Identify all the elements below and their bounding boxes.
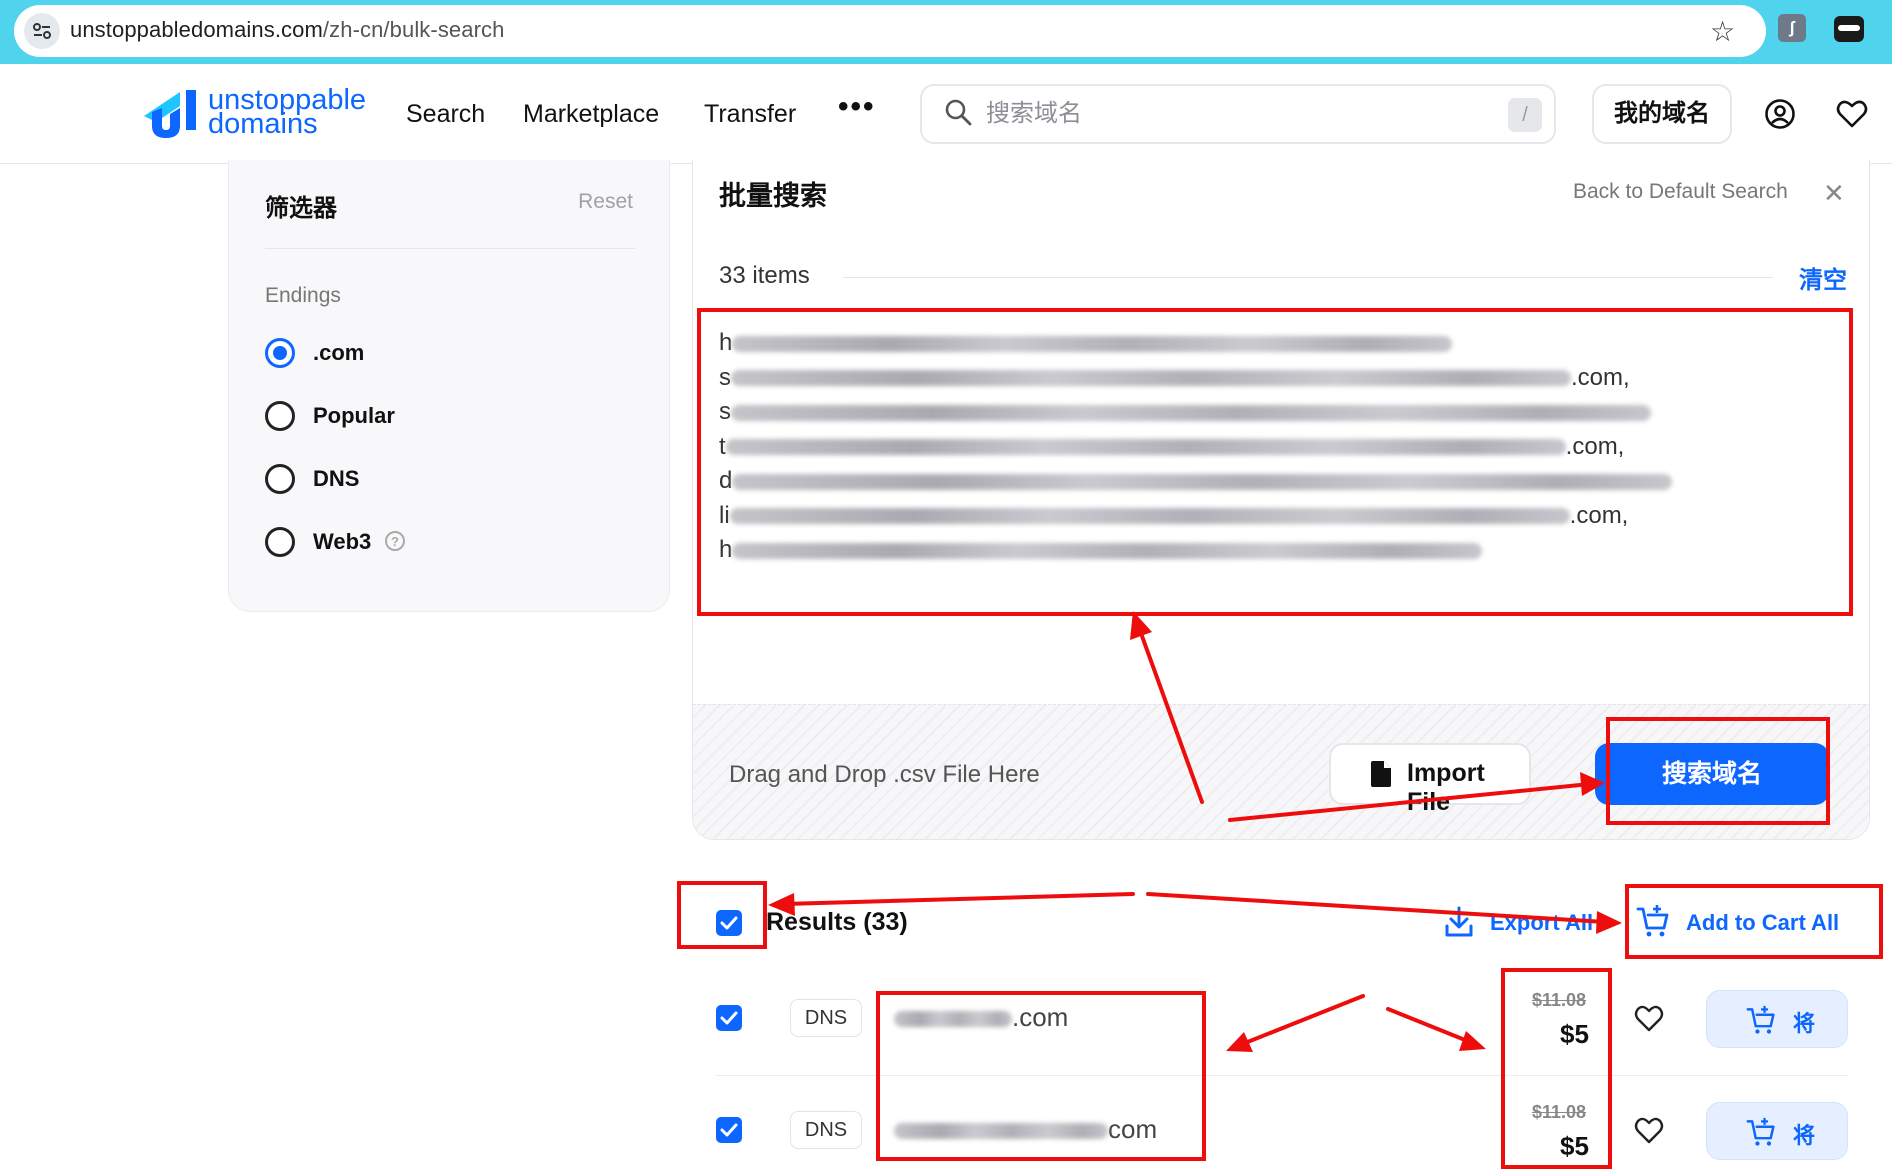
filter-title: 筛选器: [265, 195, 337, 222]
annotation-box-prices: [1501, 968, 1612, 1169]
filter-panel: 筛选器 Reset Endings .com Popular DNS Web3 …: [228, 160, 670, 612]
help-icon[interactable]: ?: [385, 531, 405, 551]
download-icon[interactable]: [1444, 906, 1474, 938]
annotation-box-search-button: [1606, 717, 1830, 825]
url-host: unstoppabledomains.com: [70, 17, 323, 42]
address-bar[interactable]: unstoppabledomains.com/zh-cn/bulk-search…: [14, 5, 1766, 57]
radio-dns[interactable]: [265, 464, 295, 494]
unstoppable-logo-icon[interactable]: [140, 86, 200, 142]
radio-popular[interactable]: [265, 401, 295, 431]
items-count: 33 items: [719, 262, 810, 289]
items-divider: [843, 277, 1773, 278]
site-header: unstoppable domains Search Marketplace Tr…: [0, 64, 1892, 164]
annotation-arrowhead: [1596, 911, 1622, 934]
incognito-extension-icon[interactable]: [1834, 16, 1864, 42]
annotation-box-domain-list: [697, 308, 1853, 616]
my-domains-button[interactable]: 我的域名: [1592, 84, 1732, 144]
annotation-arrow: [1386, 1007, 1472, 1044]
results-title: Results (33): [766, 908, 908, 936]
ending-option-web3[interactable]: Web3 ?: [265, 527, 465, 563]
radio-com[interactable]: [265, 338, 295, 368]
favorites-heart-icon[interactable]: [1836, 98, 1868, 130]
annotation-box-select-all: [677, 881, 767, 949]
file-icon: [1371, 761, 1391, 787]
result-row-checkbox[interactable]: [716, 1117, 742, 1143]
add-to-cart-label: 将: [1793, 1123, 1816, 1148]
account-icon[interactable]: [1764, 98, 1796, 130]
search-shortcut-badge: /: [1508, 98, 1542, 132]
logo-wordmark[interactable]: unstoppable domains: [208, 86, 366, 139]
cart-add-icon: [1746, 1117, 1775, 1146]
url-text[interactable]: unstoppabledomains.com/zh-cn/bulk-search: [70, 17, 504, 43]
bulk-search-title: 批量搜索: [719, 181, 827, 211]
nav-search[interactable]: Search: [406, 100, 485, 129]
close-icon[interactable]: ✕: [1823, 178, 1845, 209]
cart-add-icon: [1746, 1005, 1775, 1034]
drop-zone-text: Drag and Drop .csv File Here: [729, 761, 1040, 788]
nav-transfer[interactable]: Transfer: [704, 100, 796, 129]
domain-search-box[interactable]: /: [920, 84, 1556, 144]
dns-badge: DNS: [790, 999, 862, 1037]
add-to-cart-label: 将: [1793, 1011, 1816, 1036]
ending-option-label: Popular: [313, 403, 395, 428]
ending-option-label: DNS: [313, 466, 360, 491]
browser-toolbar: unstoppabledomains.com/zh-cn/bulk-search…: [0, 0, 1892, 64]
add-to-cart-button[interactable]: 将: [1706, 990, 1848, 1048]
url-path: /zh-cn/bulk-search: [322, 17, 505, 42]
endings-label: Endings: [265, 284, 341, 307]
filter-divider: [265, 248, 635, 249]
domain-search-input[interactable]: [986, 98, 1466, 130]
export-all-button[interactable]: Export All: [1490, 910, 1593, 936]
add-to-cart-button[interactable]: 将: [1706, 1102, 1848, 1160]
favorite-heart-icon[interactable]: [1634, 1116, 1664, 1144]
ending-option-label: .com: [313, 340, 365, 365]
result-row-checkbox[interactable]: [716, 1005, 742, 1031]
nav-more-menu[interactable]: •••: [838, 90, 876, 124]
annotation-arrowhead: [1459, 1031, 1486, 1051]
annotation-arrowhead: [1226, 1032, 1253, 1052]
annotation-arrow: [782, 892, 1135, 906]
extension-icon[interactable]: ʃ: [1778, 14, 1806, 42]
import-file-button[interactable]: Import File: [1329, 743, 1531, 816]
annotation-arrow: [1238, 994, 1365, 1047]
back-to-default-search-link[interactable]: Back to Default Search: [1573, 180, 1788, 204]
nav-marketplace[interactable]: Marketplace: [523, 100, 659, 129]
search-icon: [945, 99, 972, 126]
annotation-box-add-cart-all: [1625, 884, 1883, 959]
radio-web3[interactable]: [265, 527, 295, 557]
annotation-box-domain-names: [876, 991, 1206, 1161]
import-file-label: Import File: [1407, 759, 1485, 816]
filter-reset-button[interactable]: Reset: [578, 190, 633, 214]
clear-button[interactable]: 清空: [1799, 260, 1847, 295]
dns-badge: DNS: [790, 1111, 862, 1149]
ending-option-label: Web3: [313, 529, 372, 554]
site-settings-icon[interactable]: [24, 13, 60, 49]
bookmark-star-icon[interactable]: ☆: [1710, 15, 1735, 48]
favorite-heart-icon[interactable]: [1634, 1004, 1664, 1032]
